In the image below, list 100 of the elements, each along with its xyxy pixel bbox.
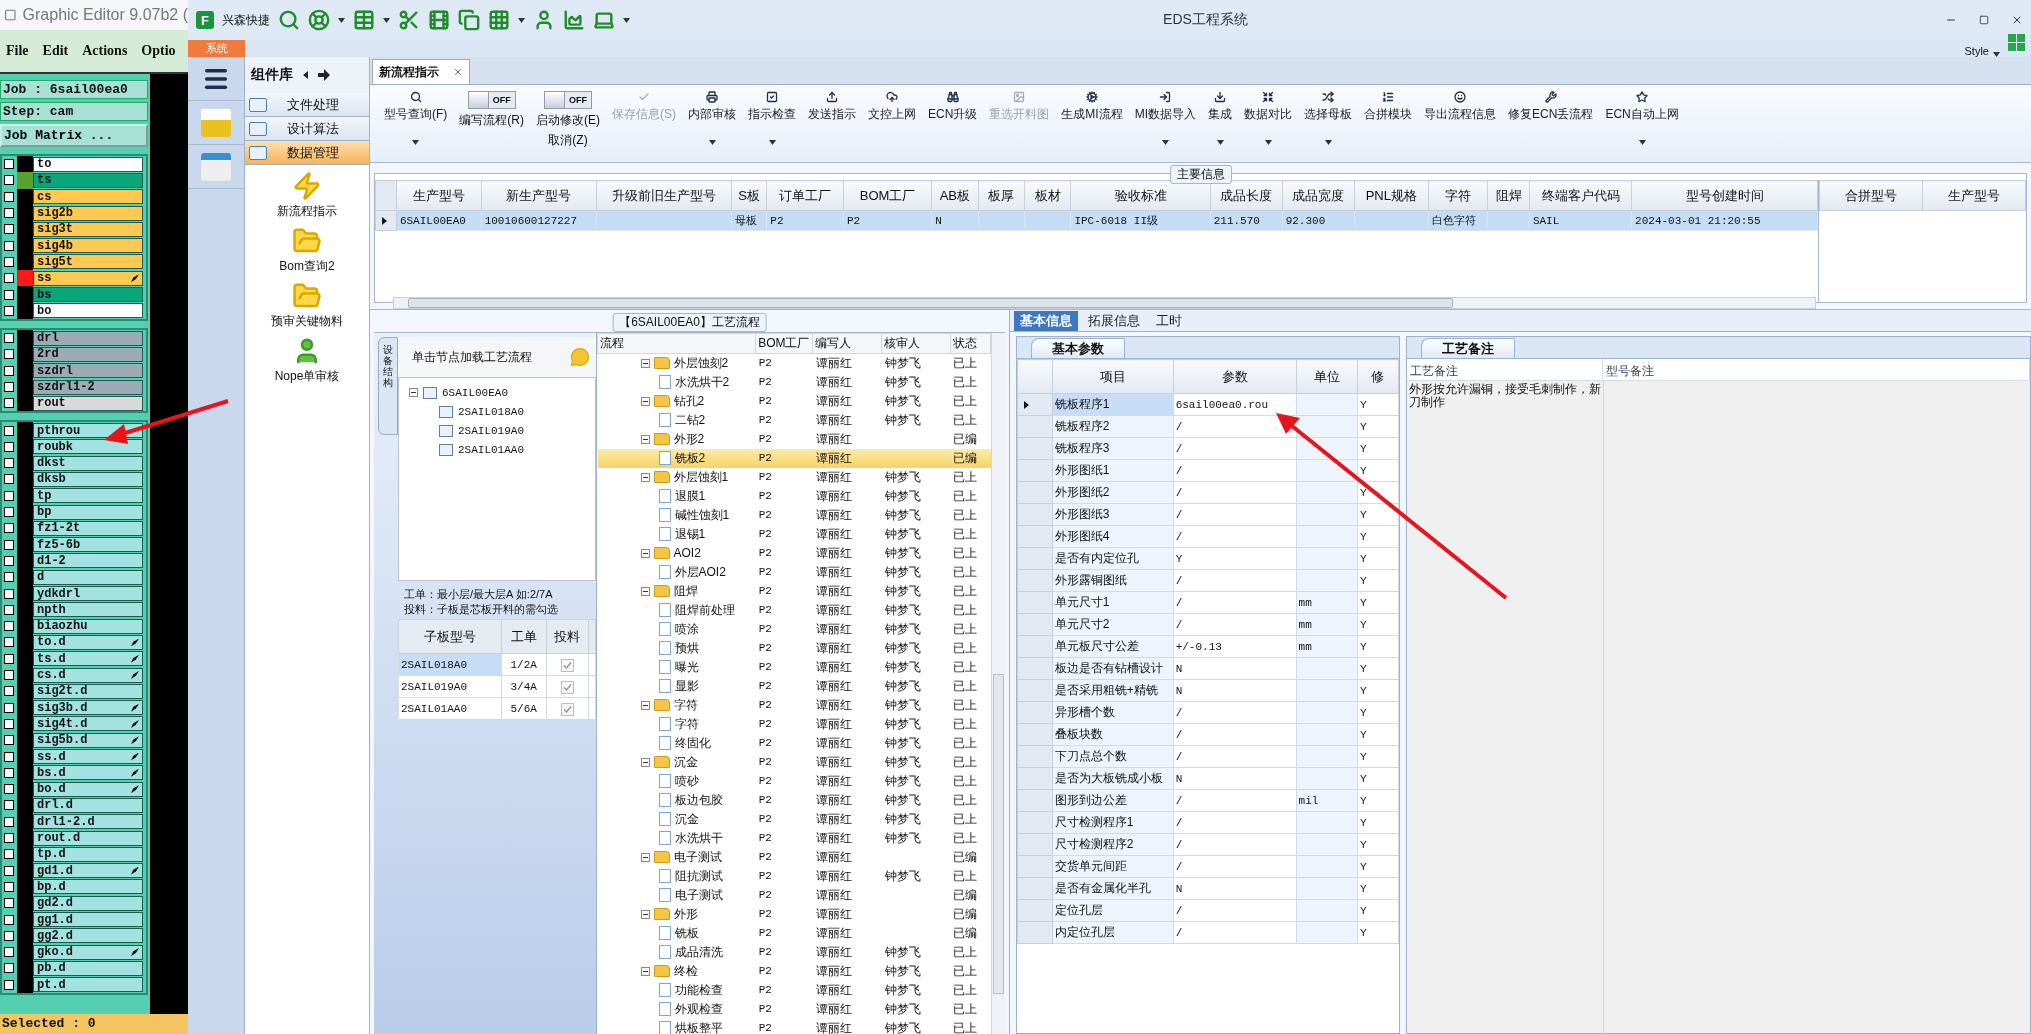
tree-node[interactable]: 6SAIL00EA0	[442, 386, 508, 399]
caret-icon[interactable]	[1161, 140, 1169, 145]
layer-name[interactable]: ts.d	[33, 651, 143, 667]
layer-checkbox[interactable]	[4, 289, 14, 300]
layer-checkbox[interactable]	[4, 539, 14, 550]
column-header[interactable]: 生产型号	[396, 180, 482, 211]
ribbon-button[interactable]: ECN升级	[922, 91, 984, 123]
layer-name[interactable]: sig4t.d	[33, 716, 143, 732]
search-icon[interactable]	[278, 9, 300, 31]
column-header[interactable]: 单位	[1296, 359, 1358, 394]
column-header[interactable]: 投料	[546, 619, 589, 654]
laptop-icon[interactable]	[593, 9, 615, 31]
collapse-icon[interactable]	[640, 852, 650, 862]
ribbon-button[interactable]: ECN自动上网	[1599, 91, 1685, 145]
side-tab[interactable]: 设备结构	[378, 337, 398, 435]
caret-icon[interactable]	[383, 17, 390, 23]
table-icon[interactable]	[353, 9, 375, 31]
layer-name[interactable]: npth	[33, 602, 143, 618]
layer-name[interactable]: tp	[33, 488, 143, 504]
layer-name[interactable]: szdrl1-2	[33, 379, 143, 395]
grid-icon[interactable]	[488, 9, 510, 31]
column-header[interactable]: 修	[1357, 359, 1399, 394]
restore-icon[interactable]	[1979, 15, 1989, 25]
ribbon-button[interactable]: 指示检查	[742, 91, 802, 145]
column-header[interactable]: BOM工厂	[755, 333, 813, 354]
column-header[interactable]: 成品宽度	[1282, 180, 1355, 211]
library-item[interactable]: 新流程指示	[277, 203, 337, 220]
layer-checkbox[interactable]	[4, 865, 14, 876]
toggle-switch[interactable]: OFF	[467, 91, 516, 109]
checkbox[interactable]	[560, 702, 574, 716]
collapse-icon[interactable]	[640, 966, 650, 976]
collapse-icon[interactable]	[640, 909, 650, 919]
document-tab[interactable]: 新流程指示	[372, 59, 470, 84]
film-icon[interactable]	[428, 9, 450, 31]
collapse-icon[interactable]	[640, 358, 650, 368]
column-header[interactable]: PNL规格	[1354, 180, 1429, 211]
layer-checkbox[interactable]	[4, 604, 14, 615]
layer-name[interactable]: szdrl	[33, 363, 143, 379]
library-item[interactable]: 预审关键物料	[271, 313, 343, 330]
menu-item[interactable]: File	[6, 43, 29, 59]
ribbon-button[interactable]: 导出流程信息	[1418, 91, 1503, 123]
layer-checkbox[interactable]	[4, 224, 14, 235]
column-header[interactable]: 板厚	[978, 180, 1025, 211]
scissors-icon[interactable]	[398, 9, 420, 31]
ribbon-button[interactable]: 文控上网	[862, 91, 922, 123]
layer-checkbox[interactable]	[4, 963, 14, 974]
table-cell[interactable]: 2SAIL01AA0	[398, 697, 502, 720]
layer-name[interactable]: ydkdrl	[33, 586, 143, 602]
layer-name[interactable]: pb.d	[33, 960, 143, 976]
layer-checkbox[interactable]	[4, 159, 14, 170]
layer-name[interactable]: rout.d	[33, 830, 143, 846]
column-header[interactable]: 阻焊	[1487, 180, 1530, 211]
layer-checkbox[interactable]	[4, 816, 14, 827]
table-cell[interactable]: 2SAIL019A0	[398, 675, 502, 698]
layer-name[interactable]: ts	[33, 172, 143, 188]
column-header[interactable]: 终端客户代码	[1529, 180, 1632, 211]
layer-name[interactable]: rout	[33, 395, 143, 411]
ribbon-button[interactable]: MI数据导入	[1128, 91, 1203, 145]
layer-name[interactable]: roubk	[33, 439, 143, 455]
layer-checkbox[interactable]	[4, 333, 14, 344]
layer-name[interactable]: pt.d	[33, 977, 143, 993]
tree-node[interactable]: 2SAIL01AA0	[458, 443, 524, 456]
layer-name[interactable]: bp.d	[33, 879, 143, 895]
table-cell[interactable]: 2SAIL018A0	[398, 653, 502, 676]
layer-name[interactable]: sig3b.d	[33, 700, 143, 716]
column-header[interactable]: 参数	[1173, 359, 1297, 394]
lifebuoy-icon[interactable]	[308, 9, 330, 31]
style-menu[interactable]: Style	[1964, 45, 1989, 57]
layer-checkbox[interactable]	[4, 365, 14, 376]
column-header[interactable]: 合拼型号	[1819, 180, 1923, 211]
layer-checkbox[interactable]	[4, 382, 14, 392]
scrollbar[interactable]	[393, 297, 1816, 309]
column-header[interactable]: 工单	[501, 619, 547, 654]
tab[interactable]: 工时	[1150, 311, 1188, 331]
layer-checkbox[interactable]	[4, 273, 14, 284]
caret-icon[interactable]	[623, 17, 630, 23]
layer-checkbox[interactable]	[4, 637, 14, 648]
layer-name[interactable]: to.d	[33, 634, 143, 650]
close-icon[interactable]	[453, 67, 463, 77]
layer-name[interactable]: drl1-2.d	[33, 814, 143, 830]
collapse-icon[interactable]	[640, 757, 650, 767]
layer-checkbox[interactable]	[4, 849, 14, 860]
layer-name[interactable]: bs.d	[33, 765, 143, 781]
layer-checkbox[interactable]	[4, 398, 14, 409]
layer-checkbox[interactable]	[4, 256, 14, 267]
layer-checkbox[interactable]	[4, 670, 14, 681]
column-header[interactable]: 流程	[597, 333, 756, 354]
layer-checkbox[interactable]	[4, 621, 14, 632]
caret-icon[interactable]	[1324, 140, 1332, 145]
tab[interactable]: 基本参数	[1031, 338, 1125, 358]
menu-item[interactable]: Actions	[82, 43, 128, 59]
menu-item[interactable]: Optio	[141, 43, 176, 59]
library-section[interactable]: 文件处理	[245, 93, 369, 117]
caret-icon[interactable]	[412, 140, 420, 145]
layer-checkbox[interactable]	[4, 208, 14, 219]
layer-checkbox[interactable]	[4, 914, 14, 925]
pin-icon[interactable]	[318, 69, 332, 81]
layer-name[interactable]: sig4b	[33, 238, 143, 254]
layer-name[interactable]: bs	[33, 287, 143, 302]
collapse-icon[interactable]	[640, 396, 650, 406]
